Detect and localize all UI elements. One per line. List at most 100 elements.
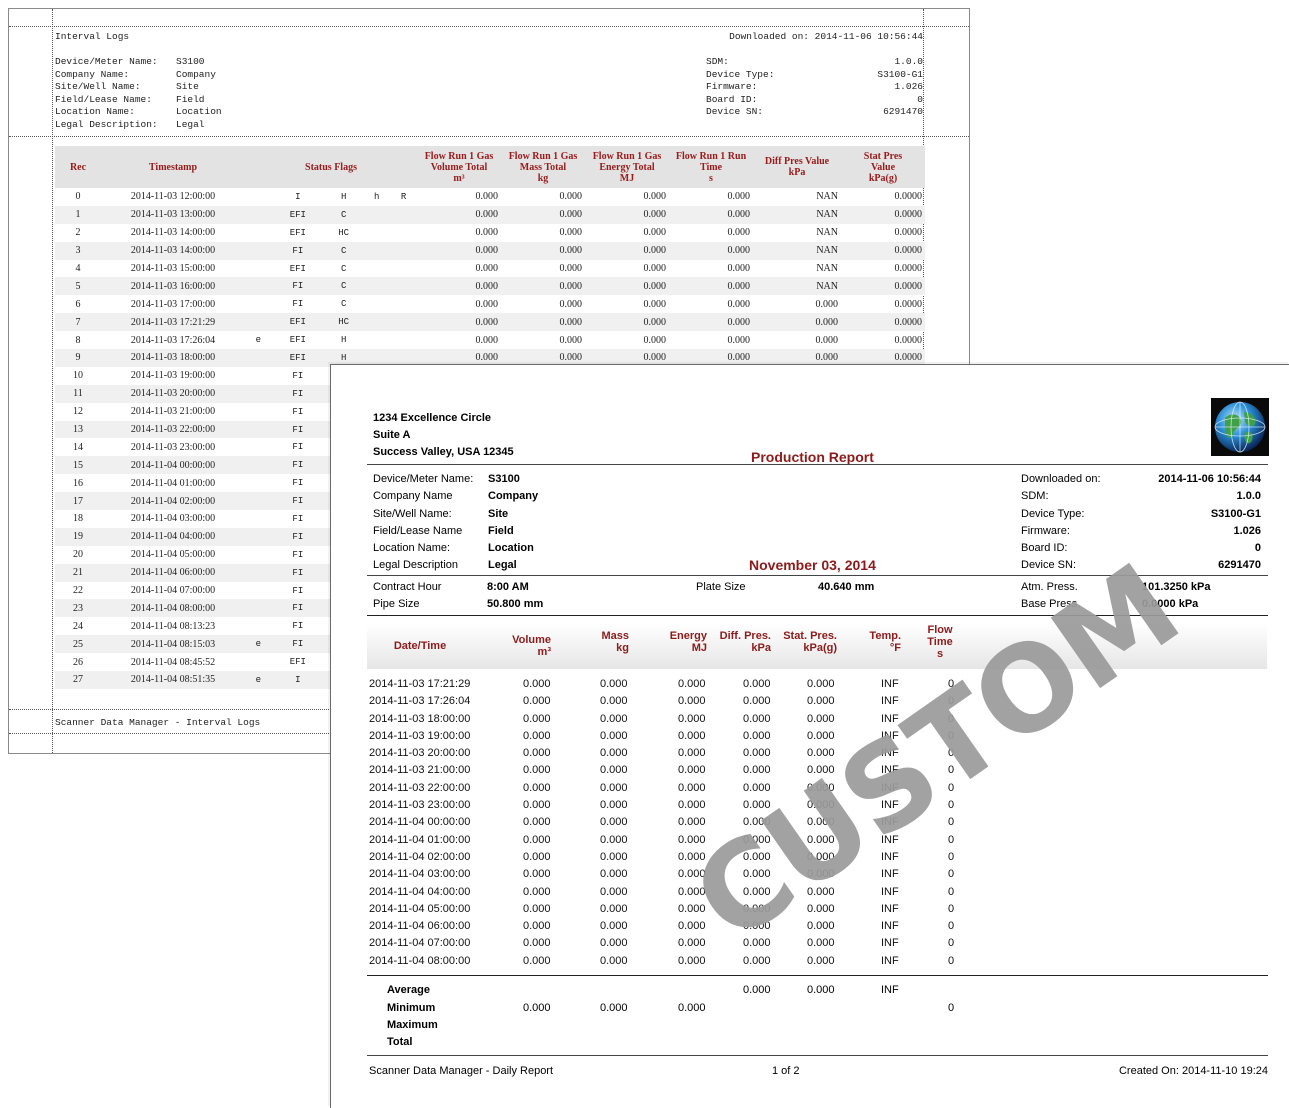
timestamp-cell: 2014-11-03 17:26:04 (130, 334, 216, 346)
mass-cell: 0.000 (600, 816, 628, 829)
datetime-cell: 2014-11-03 20:00:00 (369, 747, 471, 760)
col-datetime: Date/Time (393, 640, 447, 652)
divider (367, 975, 1268, 976)
mass-cell: 0.000 (501, 313, 585, 332)
volume-cell: 0.000 (523, 678, 551, 690)
volume-cell: 0.000 (523, 902, 551, 915)
flag-cell: FI (271, 384, 324, 403)
volume-cell: 0.000 (417, 313, 501, 332)
mass-cell: 0.000 (600, 833, 628, 846)
energy-cell: 0.000 (585, 277, 669, 296)
flag-cell: EFI (271, 349, 324, 367)
flag-cell: FI (271, 420, 324, 439)
diff-pres-cell: NAN (753, 277, 841, 296)
flag-cell (245, 349, 272, 367)
diff-pres-cell: NAN (753, 205, 841, 224)
mass-cell: 0.000 (600, 920, 628, 933)
run-time-cell: 0.000 (727, 191, 751, 203)
flag-cell: FI (271, 241, 324, 260)
energy-cell: 0.000 (678, 747, 706, 760)
timestamp-cell: 2014-11-04 08:13:23 (130, 620, 216, 632)
info-value: Company (488, 490, 539, 503)
flag-cell: EFI (271, 313, 324, 332)
info-label: SDM: (1021, 490, 1049, 503)
divider (367, 464, 1268, 465)
stat-pres-cell: 0.0000 (894, 334, 923, 346)
flag-cell: FI (292, 549, 304, 560)
energy-cell: 0.000 (678, 695, 706, 708)
info-row: Firmware: 1.026 (706, 81, 923, 94)
timestamp-cell: 2014-11-03 18:00:00 (101, 349, 245, 367)
flag-cell: e (245, 671, 272, 689)
flag-cell (245, 474, 272, 492)
flow-time-cell: 0 (948, 954, 955, 967)
report-device-info-left: Device/Meter Name: S3100 Company Name Compa… (373, 471, 538, 575)
energy-cell: 0.000 (643, 191, 667, 203)
mass-cell: 0.000 (600, 902, 628, 915)
flag-cell (363, 295, 390, 313)
mass-cell: 0.000 (559, 334, 583, 346)
volume-cell: 0.000 (475, 191, 499, 203)
flag-cell: C (323, 241, 364, 260)
info-value: 1.026 (894, 81, 923, 93)
rec-cell: 3 (55, 241, 101, 260)
stat-pres-cell: 0.0000 (841, 205, 925, 224)
info-row: SDM: 1.0.0 (1021, 488, 1261, 505)
flag-cell (245, 295, 272, 313)
info-value: 1.0.0 (1236, 490, 1261, 503)
rec-cell: 23 (55, 599, 101, 618)
energy-cell: 0.000 (678, 920, 706, 933)
flag-cell: FI (271, 599, 324, 618)
flag-cell (245, 260, 272, 278)
flag-cell: FI (292, 406, 304, 417)
flag-cell (245, 241, 272, 260)
mass-cell: 0.000 (600, 954, 628, 967)
flag-cell (245, 367, 272, 385)
mass-cell: 0.000 (600, 678, 628, 690)
info-value: S3100 (176, 56, 205, 67)
flow-time-cell: 0 (948, 833, 955, 846)
flag-cell (245, 205, 272, 224)
datetime-cell: 2014-11-04 05:00:00 (369, 902, 471, 915)
timestamp-cell: 2014-11-03 17:00:00 (130, 298, 216, 310)
info-row: Board ID: 0 (1021, 540, 1261, 557)
timestamp-cell: 2014-11-03 21:00:00 (130, 406, 216, 418)
flag-cell (390, 313, 417, 332)
run-time-cell: 0.000 (727, 334, 751, 346)
timestamp-cell: 2014-11-04 07:00:00 (130, 585, 216, 597)
rec-cell: 27 (55, 671, 101, 689)
table-row: 0 2014-11-03 12:00:00 I Hh R 0.000 0.000 0.000 0… (55, 188, 925, 206)
page-number: 1 of 2 (772, 1065, 800, 1077)
energy-cell: 0.000 (643, 298, 667, 310)
diff-pres-cell: NAN (816, 191, 838, 203)
datetime-cell: 2014-11-04 01:00:00 (369, 833, 471, 846)
info-value: Location (176, 106, 222, 118)
flow-time-cell: 0 (948, 937, 955, 950)
temp-cell: INF (881, 885, 899, 898)
info-value: Site (488, 507, 509, 520)
globe-icon (1211, 398, 1269, 456)
flow-time-cell: 0 (948, 920, 955, 933)
company-address: 1234 Excellence Circle Suite A Success V… (373, 410, 514, 461)
info-row: Board ID: 0 (706, 94, 923, 107)
summary-average-label: Average (387, 984, 431, 996)
mass-cell: 0.000 (600, 729, 628, 742)
table-row: 2014-11-03 17:21:29 0.000 0.000 0.000 0.000 0… (369, 676, 969, 693)
flag-cell: EFI (289, 335, 306, 346)
flag-cell (245, 527, 272, 546)
col-diff-pres: Diff. Pres. kPa (719, 630, 771, 654)
flag-cell (390, 260, 417, 278)
temp-cell: INF (881, 902, 899, 915)
info-label: Device Type: (1021, 507, 1085, 520)
summary-avg-diff: 0.000 (743, 984, 771, 996)
stat-pres-cell: 0.000 (807, 695, 835, 708)
rec-cell: 11 (55, 384, 101, 403)
device-info-right: SDM: 1.0.0 Device Type: S3100-G1 Firmware: 1.… (706, 56, 923, 119)
info-row: Downloaded on: 2014-11-06 10:56:44 (1021, 471, 1261, 488)
volume-cell: 0.000 (523, 850, 551, 863)
table-row: 2014-11-04 06:00:00 0.000 0.000 0.000 0.000 0… (369, 918, 969, 935)
rec-cell: 8 (75, 334, 81, 346)
mass-cell: 0.000 (600, 712, 628, 725)
volume-cell: 0.000 (523, 885, 551, 898)
address-line: 1234 Excellence Circle (373, 412, 492, 424)
